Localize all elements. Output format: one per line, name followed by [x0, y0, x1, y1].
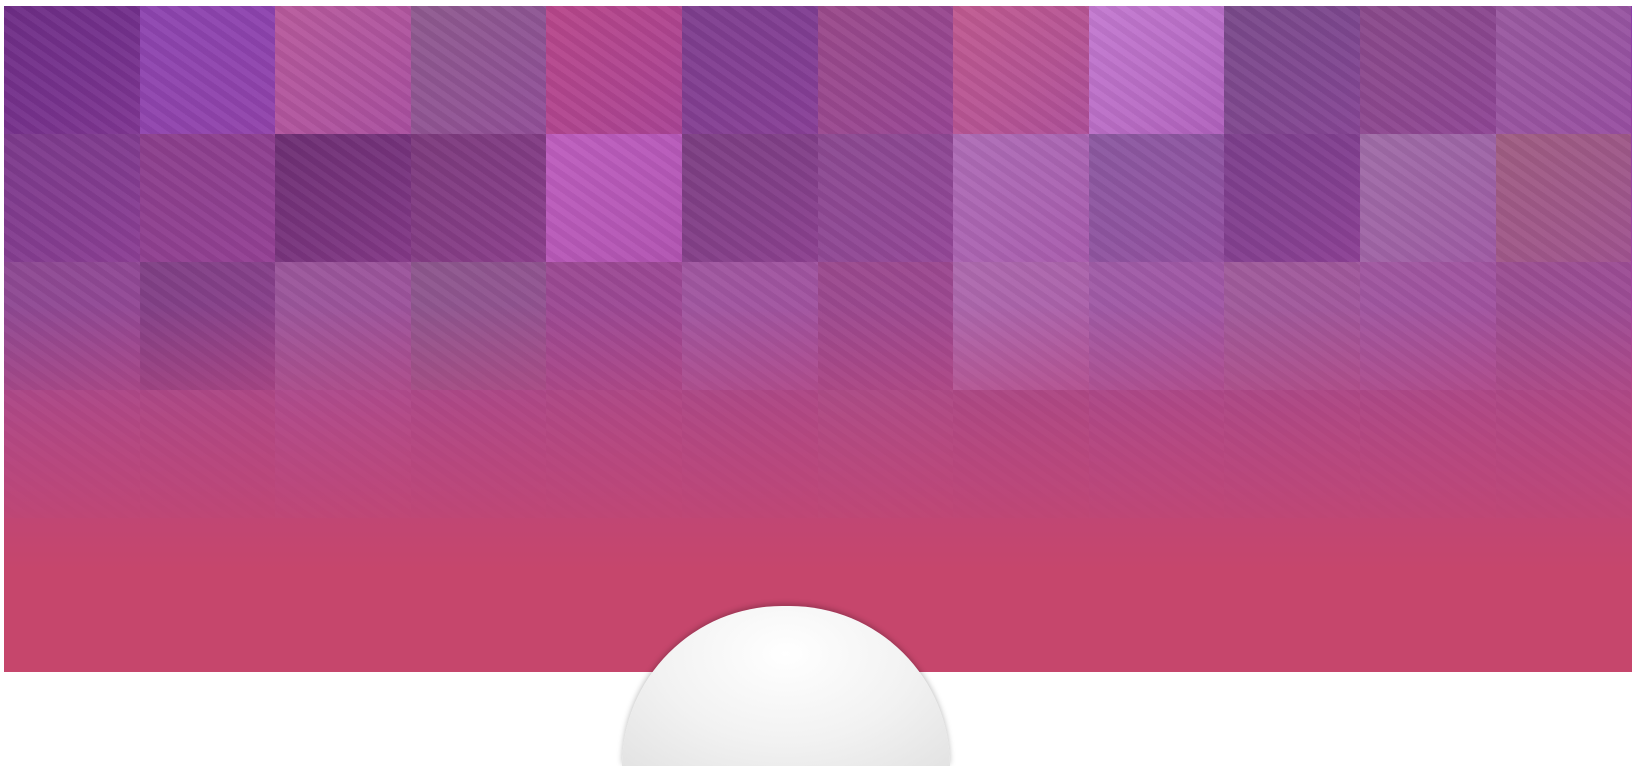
- photo-tile: [1224, 390, 1360, 518]
- photo-mosaic: [4, 6, 1632, 526]
- photo-tile: [546, 134, 682, 262]
- photo-tile: [1359, 262, 1496, 390]
- photo-tile: [681, 6, 818, 134]
- photo-tile: [817, 6, 954, 134]
- photo-tile: [681, 390, 818, 518]
- photo-tile: [546, 390, 682, 518]
- photo-tile: [410, 134, 547, 262]
- photo-tile: [1495, 6, 1632, 134]
- photo-tile: [1359, 390, 1496, 518]
- photo-tile: [4, 6, 140, 134]
- photo-tile: [546, 262, 682, 390]
- photo-tile: [953, 134, 1089, 262]
- photo-tile: [1495, 390, 1632, 518]
- photo-tile: [139, 390, 276, 518]
- photo-tile: [953, 6, 1089, 134]
- photo-tile: [4, 390, 140, 518]
- photo-tile: [1088, 134, 1225, 262]
- photo-tile: [1088, 390, 1225, 518]
- hero-banner: [4, 6, 1632, 672]
- photo-tile: [817, 390, 954, 518]
- photo-tile: [139, 262, 276, 390]
- photo-tile: [410, 390, 547, 518]
- photo-tile: [1088, 6, 1225, 134]
- photo-tile: [681, 134, 818, 262]
- photo-tile: [817, 262, 954, 390]
- photo-tile: [1495, 262, 1632, 390]
- photo-tile: [275, 262, 411, 390]
- photo-tile: [953, 262, 1089, 390]
- photo-tile: [1359, 6, 1496, 134]
- photo-tile: [139, 6, 276, 134]
- photo-tile: [410, 262, 547, 390]
- photo-tile: [1495, 134, 1632, 262]
- photo-tile: [275, 390, 411, 518]
- photo-tile: [275, 6, 411, 134]
- photo-tile: [1224, 134, 1360, 262]
- photo-tile: [139, 134, 276, 262]
- photo-tile: [953, 390, 1089, 518]
- photo-tile: [4, 134, 140, 262]
- photo-tile: [410, 6, 547, 134]
- photo-tile: [1359, 134, 1496, 262]
- photo-tile: [817, 134, 954, 262]
- photo-tile: [4, 262, 140, 390]
- photo-tile: [1088, 262, 1225, 390]
- photo-tile: [546, 6, 682, 134]
- photo-tile: [275, 134, 411, 262]
- photo-tile: [1224, 6, 1360, 134]
- photo-tile: [681, 262, 818, 390]
- photo-tile: [1224, 262, 1360, 390]
